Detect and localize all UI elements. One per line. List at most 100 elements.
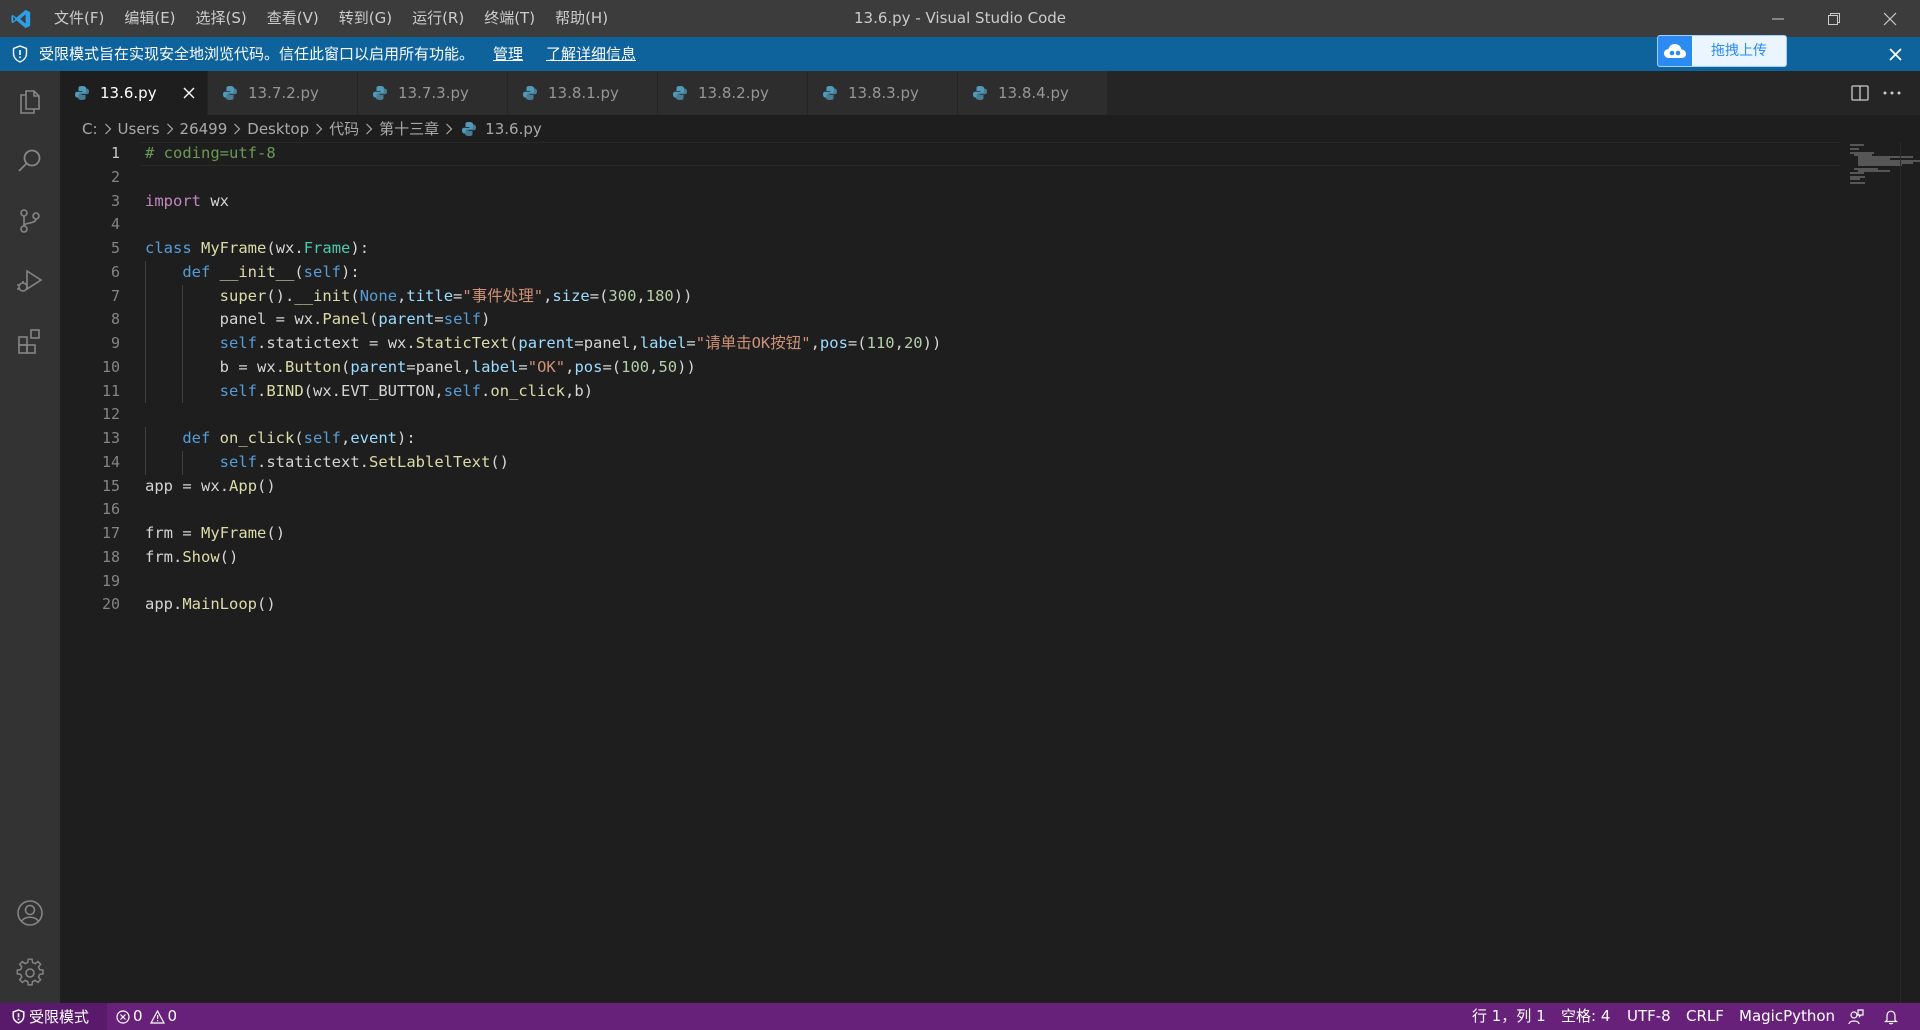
restore-button[interactable]	[1806, 0, 1862, 37]
menu-file[interactable]: 文件(F)	[44, 0, 114, 37]
code-line[interactable]: super().__init(None,title="事件处理",size=(3…	[145, 284, 941, 309]
menu-terminal[interactable]: 终端(T)	[474, 0, 545, 37]
code-line[interactable]: app = wx.App()	[145, 475, 941, 499]
menu-edit[interactable]: 编辑(E)	[114, 0, 185, 37]
drag-upload-button[interactable]: 拖拽上传	[1657, 35, 1787, 67]
indent-guide	[145, 332, 146, 356]
code-line[interactable]: b = wx.Button(parent=panel,label="OK",po…	[145, 355, 941, 380]
breadcrumb-desktop[interactable]: Desktop	[245, 120, 311, 138]
feedback-button[interactable]	[1848, 1003, 1864, 1030]
tab-13-8-2[interactable]: 13.8.2.py	[658, 71, 808, 115]
eol-status[interactable]: CRLF	[1686, 1003, 1724, 1030]
tab-13-8-3[interactable]: 13.8.3.py	[808, 71, 958, 115]
breadcrumb-code-folder[interactable]: 代码	[327, 118, 361, 139]
indent-guide	[182, 284, 184, 309]
encoding-status[interactable]: UTF-8	[1627, 1003, 1671, 1030]
code-line[interactable]	[145, 213, 941, 237]
close-icon	[1883, 12, 1897, 25]
indent-guide	[145, 427, 146, 451]
minimize-button[interactable]	[1750, 0, 1806, 37]
run-debug-button[interactable]	[0, 251, 60, 311]
code-line[interactable]: self.statictext.SetLablelText()	[145, 450, 941, 475]
code-line[interactable]: app.MainLoop()	[145, 593, 941, 617]
python-file-icon	[973, 86, 987, 100]
vertical-scrollbar[interactable]	[1900, 142, 1914, 1003]
language-mode-status[interactable]: MagicPython	[1739, 1003, 1835, 1030]
notifications-button[interactable]	[1884, 1003, 1898, 1030]
code-editor[interactable]: 1 2 3 4 5 6 7 8 9 10 11 12 13 14 15 16 1…	[60, 142, 1920, 1003]
line-number: 18	[101, 547, 120, 566]
account-icon	[17, 900, 43, 926]
breadcrumb-file[interactable]: 13.6.py	[483, 120, 544, 138]
code-line[interactable]: self.statictext = wx.StaticText(parent=p…	[145, 332, 941, 356]
indentation-status[interactable]: 空格: 4	[1561, 1003, 1610, 1030]
error-icon	[116, 1009, 130, 1024]
tab-13-6[interactable]: 13.6.py	[60, 71, 208, 115]
python-file-icon	[373, 86, 387, 100]
code-lines[interactable]: # coding=utf-8 import wx class MyFrame(wx.…	[145, 142, 941, 617]
code-line[interactable]: def on_click(self,event):	[145, 427, 941, 451]
breadcrumb-user[interactable]: 26499	[178, 120, 230, 138]
breadcrumb-chapter-folder[interactable]: 第十三章	[377, 118, 441, 139]
status-bar: 受限模式 0 0 行 1，列 1 空格: 4 UTF-8 CRLF MagicP…	[0, 1003, 1920, 1030]
code-line[interactable]: panel = wx.Panel(parent=self)	[145, 308, 941, 332]
menu-help[interactable]: 帮助(H)	[545, 0, 618, 37]
indent-guide	[182, 379, 184, 404]
manage-link[interactable]: 管理	[493, 37, 523, 71]
learn-more-link[interactable]: 了解详细信息	[546, 37, 636, 71]
chevron-right-icon	[441, 121, 457, 137]
menu-go[interactable]: 转到(G)	[329, 0, 402, 37]
code-line[interactable]	[145, 498, 941, 522]
tab-close-button[interactable]	[179, 83, 199, 103]
explorer-button[interactable]	[0, 71, 60, 131]
restricted-mode-status[interactable]: 受限模式	[0, 1003, 107, 1030]
account-button[interactable]	[0, 883, 60, 943]
split-editor-button[interactable]	[1848, 81, 1872, 105]
indent-guide	[182, 450, 184, 475]
tab-label: 13.6.py	[100, 84, 157, 102]
menu-view[interactable]: 查看(V)	[257, 0, 329, 37]
line-number: 20	[101, 595, 120, 614]
code-line[interactable]: frm.Show()	[145, 546, 941, 570]
code-line[interactable]	[145, 166, 941, 190]
line-number: 6	[110, 262, 120, 281]
indent-guide	[145, 355, 146, 380]
cloud-upload-icon	[1658, 36, 1692, 66]
tab-label: 13.8.3.py	[848, 84, 919, 102]
line-number: 11	[101, 381, 120, 400]
cursor-position-status[interactable]: 行 1，列 1	[1472, 1003, 1546, 1030]
problems-status[interactable]: 0 0	[116, 1003, 177, 1030]
code-line[interactable]: def __init__(self):	[145, 260, 941, 285]
code-line[interactable]	[145, 403, 941, 427]
tab-13-7-2[interactable]: 13.7.2.py	[208, 71, 358, 115]
tab-13-8-4[interactable]: 13.8.4.py	[958, 71, 1108, 115]
python-file-icon	[75, 86, 89, 100]
search-button[interactable]	[0, 131, 60, 191]
breadcrumb-users[interactable]: Users	[116, 120, 162, 138]
warning-count: 0	[167, 1007, 178, 1025]
breadcrumb-drive[interactable]: C:	[80, 120, 100, 138]
close-window-button[interactable]	[1862, 0, 1918, 37]
breadcrumb: C: Users 26499 Desktop 代码 第十三章 13.6.py	[60, 115, 1920, 142]
code-line[interactable]: class MyFrame(wx.Frame):	[145, 237, 941, 261]
tab-bar: 13.6.py 13.7.2.py 13.7.3.py 13.8.1.py 13…	[60, 71, 1920, 115]
banner-close-button[interactable]	[1880, 37, 1910, 71]
tab-13-7-3[interactable]: 13.7.3.py	[358, 71, 508, 115]
source-control-button[interactable]	[0, 191, 60, 251]
menu-run[interactable]: 运行(R)	[402, 0, 474, 37]
extensions-button[interactable]	[0, 311, 60, 371]
menu-selection[interactable]: 选择(S)	[186, 0, 257, 37]
code-line[interactable]	[145, 570, 941, 594]
indent-guide	[182, 332, 184, 356]
minimize-icon	[1772, 18, 1784, 19]
shield-icon	[12, 45, 28, 63]
code-line[interactable]: import wx	[145, 190, 941, 214]
more-actions-button[interactable]	[1880, 81, 1904, 105]
code-line[interactable]: # coding=utf-8	[145, 142, 941, 166]
line-number: 17	[101, 524, 120, 542]
tab-13-8-1[interactable]: 13.8.1.py	[508, 71, 658, 115]
code-line[interactable]: self.BIND(wx.EVT_BUTTON,self.on_click,b)	[145, 379, 941, 404]
menu-bar: 文件(F) 编辑(E) 选择(S) 查看(V) 转到(G) 运行(R) 终端(T…	[44, 0, 618, 37]
code-line[interactable]: frm = MyFrame()	[145, 522, 941, 546]
settings-button[interactable]	[0, 943, 60, 1003]
